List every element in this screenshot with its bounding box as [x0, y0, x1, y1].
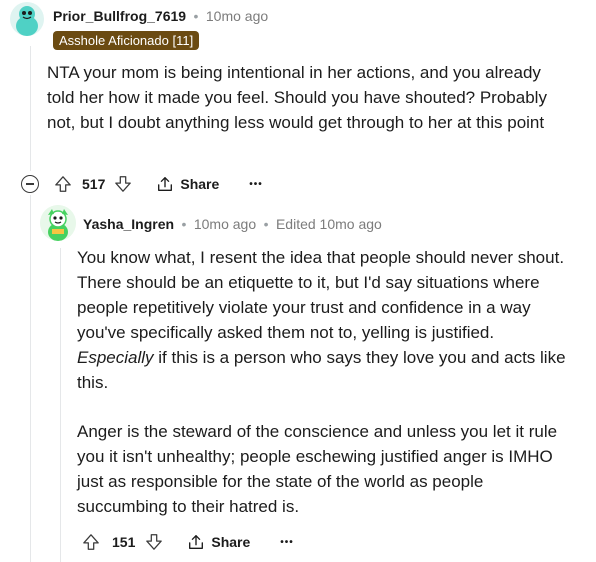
- downvote-button[interactable]: [112, 175, 134, 193]
- vote-count: 517: [82, 176, 106, 192]
- thread-line-outer: [30, 195, 31, 562]
- comment-body: You know what, I resent the idea that pe…: [77, 245, 577, 519]
- comment-body: NTA your mom is being intentional in her…: [47, 63, 547, 132]
- more-options-button[interactable]: •••: [249, 179, 263, 190]
- more-options-button[interactable]: •••: [280, 537, 294, 548]
- comment-actions: 151 Share •••: [80, 530, 294, 554]
- comment-header: Yasha_Ingren • 10mo ago • Edited 10mo ag…: [83, 216, 382, 232]
- upvote-icon: [83, 534, 99, 550]
- avatar[interactable]: [10, 2, 44, 36]
- downvote-button[interactable]: [143, 533, 165, 551]
- username[interactable]: Prior_Bullfrog_7619: [53, 8, 186, 24]
- collapse-button[interactable]: [21, 175, 39, 193]
- comment-actions: 517 Share •••: [52, 172, 263, 196]
- upvote-button[interactable]: [80, 533, 102, 551]
- user-flair: Asshole Aficionado [11]: [53, 31, 200, 50]
- paragraph: You know what, I resent the idea that pe…: [77, 248, 566, 392]
- share-button[interactable]: Share: [187, 533, 250, 551]
- username[interactable]: Yasha_Ingren: [83, 216, 174, 232]
- thread-line-reply: [60, 248, 61, 562]
- paragraph: Anger is the steward of the conscience a…: [77, 422, 558, 516]
- avatar[interactable]: [40, 205, 76, 241]
- share-icon: [189, 535, 204, 549]
- share-button[interactable]: Share: [156, 175, 219, 193]
- collapse-icon: [26, 183, 34, 185]
- timestamp[interactable]: 10mo ago: [194, 216, 256, 232]
- vote-count: 151: [112, 534, 136, 550]
- upvote-icon: [55, 176, 71, 192]
- thread-line-main: [30, 46, 31, 171]
- downvote-icon: [115, 176, 132, 192]
- edited-label: Edited 10mo ago: [275, 216, 382, 232]
- comment-header: Prior_Bullfrog_7619 • 10mo ago: [53, 8, 269, 24]
- downvote-icon: [146, 534, 163, 550]
- share-icon: [158, 177, 173, 191]
- timestamp[interactable]: 10mo ago: [206, 8, 268, 24]
- upvote-button[interactable]: [52, 175, 74, 193]
